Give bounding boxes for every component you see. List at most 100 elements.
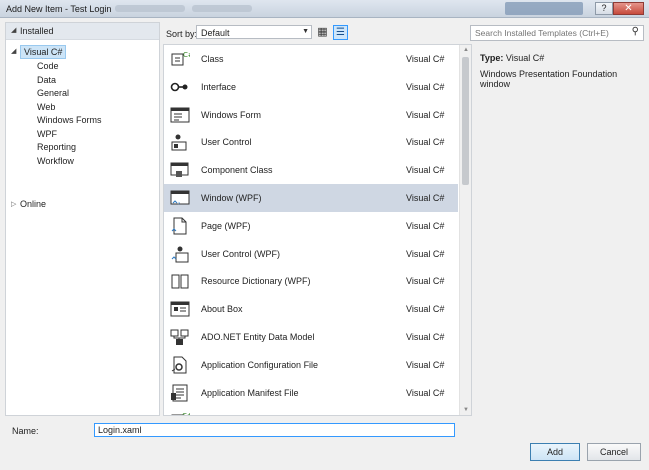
template-name: Application Configuration File bbox=[201, 359, 319, 370]
grid-view-icon[interactable]: ▦ bbox=[315, 25, 330, 40]
interface-icon bbox=[170, 78, 190, 96]
tree-node-workflow[interactable]: Workflow bbox=[37, 156, 74, 166]
template-list-item[interactable]: › Window (WPF) Visual C# bbox=[164, 184, 458, 212]
tree-node-windows-forms[interactable]: Windows Forms bbox=[37, 115, 102, 125]
template-language: Visual C# bbox=[406, 332, 445, 342]
template-language: Visual C# bbox=[406, 248, 445, 259]
type-line: Type: Visual C# bbox=[480, 53, 544, 63]
add-button[interactable]: Add bbox=[530, 443, 580, 461]
scroll-down-icon[interactable]: ▼ bbox=[463, 407, 469, 413]
template-name: Page (WPF) bbox=[201, 220, 251, 231]
cancel-button[interactable]: Cancel bbox=[587, 443, 641, 461]
search-field[interactable]: ⚲ bbox=[470, 25, 644, 41]
config-file-icon bbox=[170, 356, 190, 374]
search-input[interactable] bbox=[473, 27, 623, 39]
close-button[interactable]: ✕ bbox=[613, 2, 644, 15]
template-list-item[interactable]: Windows Form Visual C# bbox=[164, 101, 458, 129]
template-list: C#ClassVisual C#InterfaceVisual C#Window… bbox=[163, 44, 472, 416]
template-name: Assembly Information File bbox=[201, 415, 305, 416]
template-list-item[interactable]: Interface Visual C# bbox=[164, 73, 458, 101]
about-box-icon bbox=[170, 300, 190, 318]
collapsed-arrow-icon[interactable]: ▷ bbox=[11, 200, 16, 208]
blurred-title-segment bbox=[115, 5, 185, 12]
tree-node-label: Visual C# bbox=[20, 45, 67, 59]
tree-node-code[interactable]: Code bbox=[37, 61, 59, 71]
template-name: ADO.NET Entity Data Model bbox=[201, 332, 315, 342]
class-icon: C# bbox=[170, 50, 194, 68]
template-list-item[interactable]: Resource Dictionary (WPF) Visual C# bbox=[164, 267, 458, 295]
template-language: Visual C# bbox=[406, 415, 444, 416]
tree-node-label: Online bbox=[20, 199, 47, 209]
template-details: Type: Visual C# Windows Presentation Fou… bbox=[476, 50, 644, 150]
resource-dictionary-icon bbox=[170, 272, 190, 290]
template-list-item[interactable]: C# Assembly Information File Visual C# bbox=[164, 406, 458, 416]
template-language: Visual C# bbox=[406, 81, 445, 92]
window-title: Add New Item - Test Login bbox=[6, 4, 112, 14]
template-list-item[interactable]: User Control (WPF) Visual C# bbox=[164, 240, 458, 268]
type-value: Visual C# bbox=[505, 53, 545, 63]
template-list-item[interactable]: About Box Visual C# bbox=[164, 295, 458, 323]
vertical-scrollbar[interactable]: ▲ ▼ bbox=[459, 45, 471, 415]
title-bar: Add New Item - Test Login ? ✕ bbox=[0, 0, 649, 18]
template-list-item[interactable]: Application Manifest File Visual C# bbox=[164, 379, 458, 407]
sort-by-dropdown[interactable]: Default ▼ bbox=[196, 25, 312, 39]
template-list-item[interactable]: Component Class Visual C# bbox=[164, 156, 458, 184]
template-name: Window (WPF) bbox=[201, 193, 262, 203]
scroll-thumb[interactable] bbox=[462, 57, 469, 185]
template-list-item[interactable]: User Control Visual C# bbox=[164, 128, 458, 156]
manifest-file-icon bbox=[170, 384, 190, 402]
template-name: Class bbox=[201, 54, 224, 64]
template-name: Windows Form bbox=[201, 109, 262, 120]
template-list-item[interactable]: C# Class Visual C# bbox=[164, 45, 458, 73]
expanded-arrow-icon[interactable]: ◢ bbox=[11, 26, 16, 34]
help-button[interactable]: ? bbox=[595, 2, 613, 15]
sort-toolbar: Sort by: Default ▼ ▦ ☰ bbox=[164, 23, 464, 43]
template-list-item[interactable]: Page (WPF) Visual C# bbox=[164, 212, 458, 240]
tree-node-general[interactable]: General bbox=[37, 88, 69, 98]
tree-node-label: Installed bbox=[20, 26, 54, 36]
wpf-window-icon: › bbox=[170, 189, 190, 207]
name-input[interactable] bbox=[94, 423, 455, 437]
search-icon[interactable]: ⚲ bbox=[632, 26, 639, 37]
template-language: Visual C# bbox=[406, 359, 445, 370]
sort-by-label: Sort by: bbox=[166, 29, 198, 39]
template-name: Component Class bbox=[201, 165, 273, 176]
template-language: Visual C# bbox=[406, 137, 445, 148]
name-label: Name: bbox=[12, 426, 39, 436]
svg-text:C#: C# bbox=[183, 51, 190, 59]
list-view-icon[interactable]: ☰ bbox=[333, 25, 348, 40]
wpf-user-control-icon bbox=[170, 245, 190, 263]
template-language: Visual C# bbox=[406, 276, 445, 287]
windows-form-icon bbox=[170, 106, 190, 124]
tree-node-reporting[interactable]: Reporting bbox=[37, 142, 76, 152]
tree-node-visual-csharp[interactable]: ◢ Visual C# bbox=[6, 45, 159, 59]
assembly-info-icon: C# bbox=[170, 411, 193, 415]
template-language: Visual C# bbox=[406, 193, 445, 203]
expanded-arrow-icon[interactable]: ◢ bbox=[11, 47, 16, 55]
template-language: Visual C# bbox=[406, 304, 445, 315]
blurred-taskbar-area bbox=[505, 2, 583, 15]
template-name: About Box bbox=[201, 304, 243, 315]
tree-node-web[interactable]: Web bbox=[37, 102, 55, 112]
scroll-up-icon[interactable]: ▲ bbox=[463, 47, 469, 53]
wpf-page-icon bbox=[170, 217, 190, 235]
template-name: Interface bbox=[201, 81, 237, 92]
sort-by-value: Default bbox=[201, 28, 230, 38]
template-description: Windows Presentation Foundation window bbox=[480, 69, 618, 89]
blurred-title-segment bbox=[192, 5, 252, 12]
template-name: Application Manifest File bbox=[201, 387, 299, 398]
template-language: Visual C# bbox=[406, 54, 445, 64]
chevron-down-icon: ▼ bbox=[302, 28, 309, 35]
template-name: User Control bbox=[201, 137, 252, 148]
template-tree: ◢ Installed ◢ Visual C# Code Data Genera… bbox=[5, 22, 160, 416]
template-language: Visual C# bbox=[406, 109, 445, 120]
type-label: Type: bbox=[480, 53, 504, 63]
tree-node-wpf[interactable]: WPF bbox=[37, 129, 57, 139]
template-list-item[interactable]: ADO.NET Entity Data Model Visual C# bbox=[164, 323, 458, 351]
tree-node-installed[interactable]: ◢ Installed bbox=[6, 23, 159, 40]
template-list-item[interactable]: Application Configuration File Visual C# bbox=[164, 351, 458, 379]
tree-node-online[interactable]: ▷ Online bbox=[6, 198, 159, 212]
template-language: Visual C# bbox=[406, 387, 445, 398]
template-language: Visual C# bbox=[406, 220, 445, 231]
tree-node-data[interactable]: Data bbox=[37, 75, 56, 85]
